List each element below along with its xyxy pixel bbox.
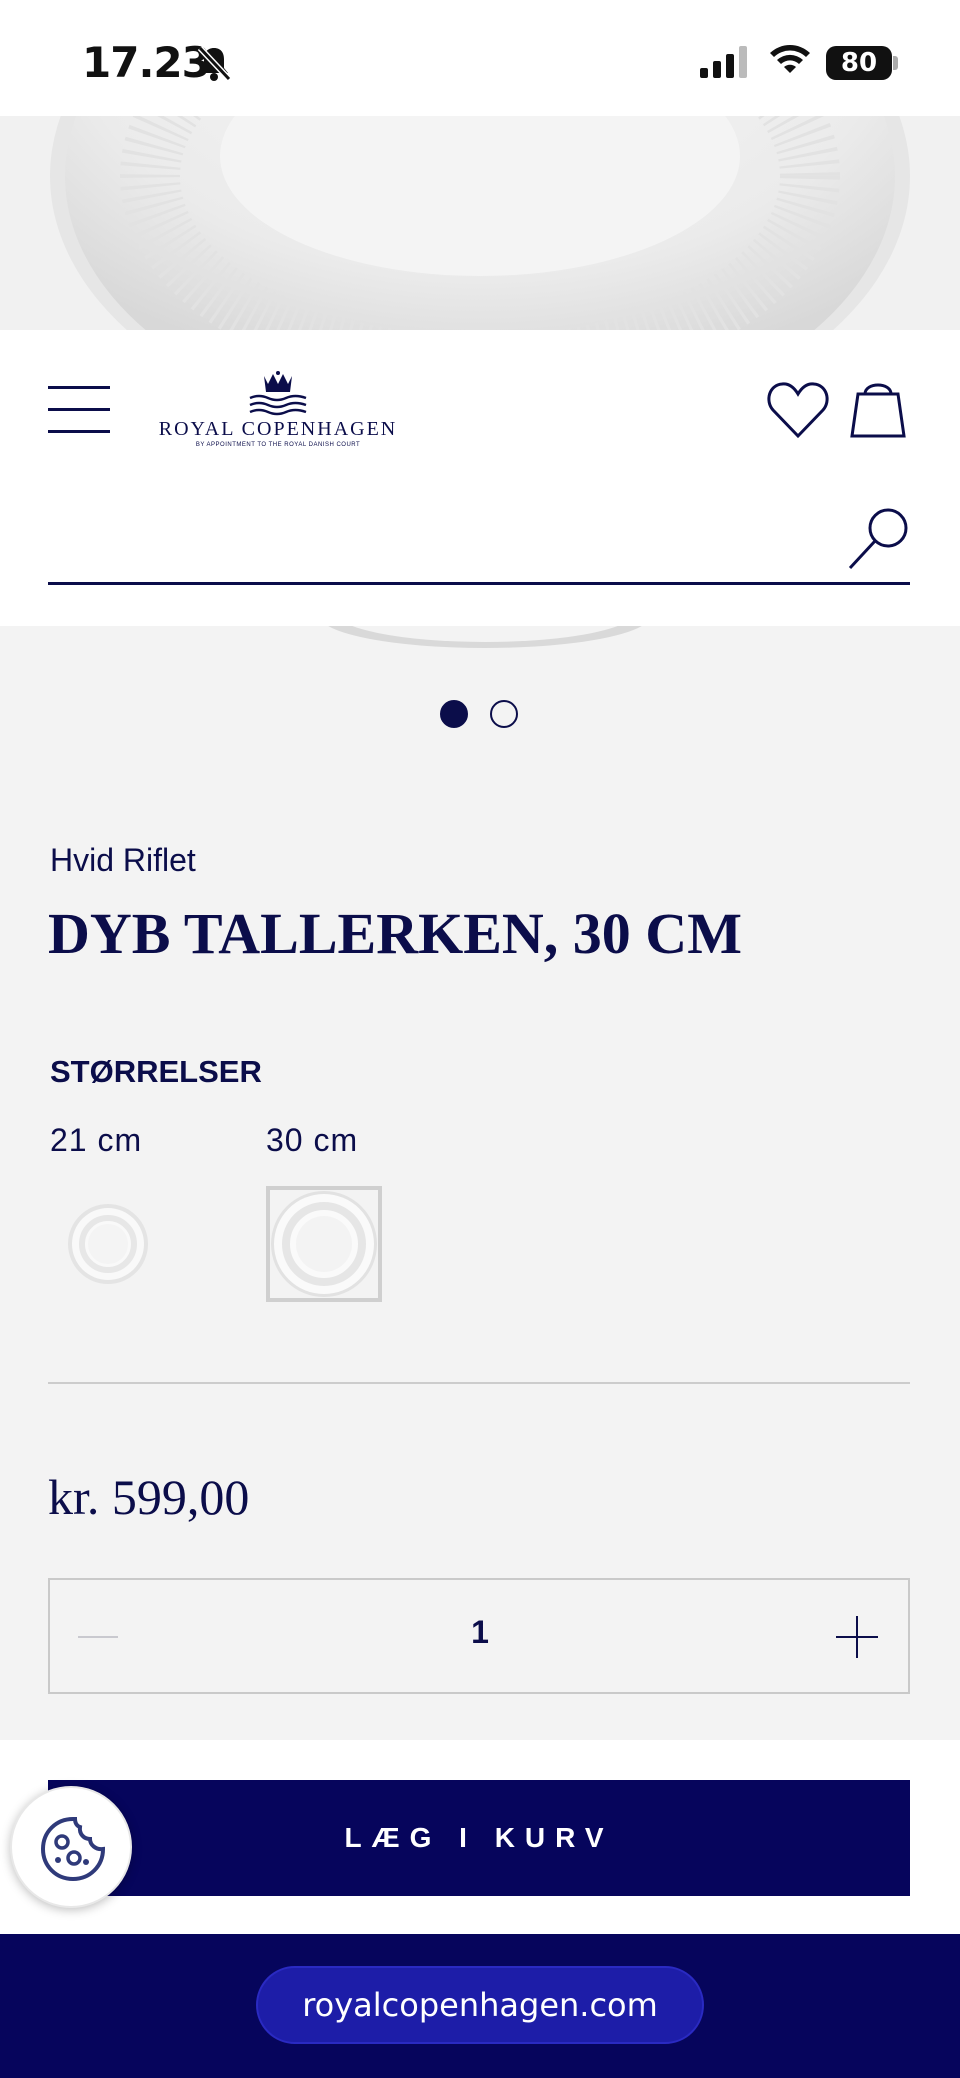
- status-bar: 17.23 80: [0, 0, 960, 116]
- heart-icon[interactable]: [766, 380, 830, 440]
- product-price: kr. 599,00: [48, 1469, 250, 1525]
- quantity-value[interactable]: 1: [430, 1614, 530, 1651]
- size-option-21[interactable]: [50, 1186, 166, 1302]
- size-label-30: 30 cm: [266, 1122, 359, 1158]
- logo-subtext: BY APPOINTMENT TO THE ROYAL DANISH COURT: [195, 442, 361, 448]
- wifi-icon: [770, 45, 810, 73]
- plate-image-edge: [320, 626, 650, 652]
- sizes-heading: STØRRELSER: [50, 1054, 262, 1089]
- battery-cap: [893, 56, 898, 70]
- section-divider: [48, 1382, 910, 1384]
- search-input[interactable]: [48, 510, 828, 570]
- bell-slash-icon: [197, 45, 232, 82]
- status-time: 17.23: [82, 38, 211, 87]
- cookie-settings-button[interactable]: [10, 1786, 132, 1908]
- plate-thumbnail: [68, 1204, 148, 1284]
- signal-icon: [700, 46, 747, 78]
- size-option-30[interactable]: [266, 1186, 382, 1302]
- brand-logo[interactable]: ROYAL COPENHAGEN BY APPOINTMENT TO THE R…: [146, 370, 410, 454]
- add-to-cart-area: LÆG I KURV: [0, 1740, 960, 1934]
- product-title: DYB TALLERKEN, 30 CM: [48, 901, 742, 966]
- product-image-carousel[interactable]: [0, 116, 960, 330]
- quantity-increase-button[interactable]: [836, 1616, 878, 1658]
- logo-text: ROYAL COPENHAGEN: [158, 418, 398, 440]
- carousel-pagination: [440, 700, 520, 730]
- carousel-dot-2[interactable]: [490, 700, 518, 728]
- quantity-decrease-button[interactable]: [78, 1636, 118, 1638]
- search-icon[interactable]: [846, 506, 912, 572]
- size-label-21: 21 cm: [50, 1122, 143, 1158]
- menu-icon[interactable]: [48, 386, 110, 434]
- add-to-cart-button[interactable]: LÆG I KURV: [48, 1780, 910, 1896]
- carousel-dot-1[interactable]: [440, 700, 468, 728]
- product-collection[interactable]: Hvid Riflet: [50, 842, 196, 879]
- site-header: ROYAL COPENHAGEN BY APPOINTMENT TO THE R…: [0, 330, 960, 626]
- plate-image: [0, 116, 960, 330]
- quantity-stepper: 1: [48, 1578, 910, 1694]
- search-underline: [48, 582, 910, 585]
- plate-thumbnail: [271, 1191, 377, 1297]
- browser-bottom-bar: royalcopenhagen.com: [0, 1934, 960, 2078]
- battery-icon: 80: [826, 46, 892, 80]
- crown-waves-icon: [249, 371, 307, 416]
- browser-url-bar[interactable]: royalcopenhagen.com: [256, 1966, 704, 2044]
- shopping-bag-icon[interactable]: [848, 376, 908, 440]
- cookie-icon: [40, 1817, 106, 1882]
